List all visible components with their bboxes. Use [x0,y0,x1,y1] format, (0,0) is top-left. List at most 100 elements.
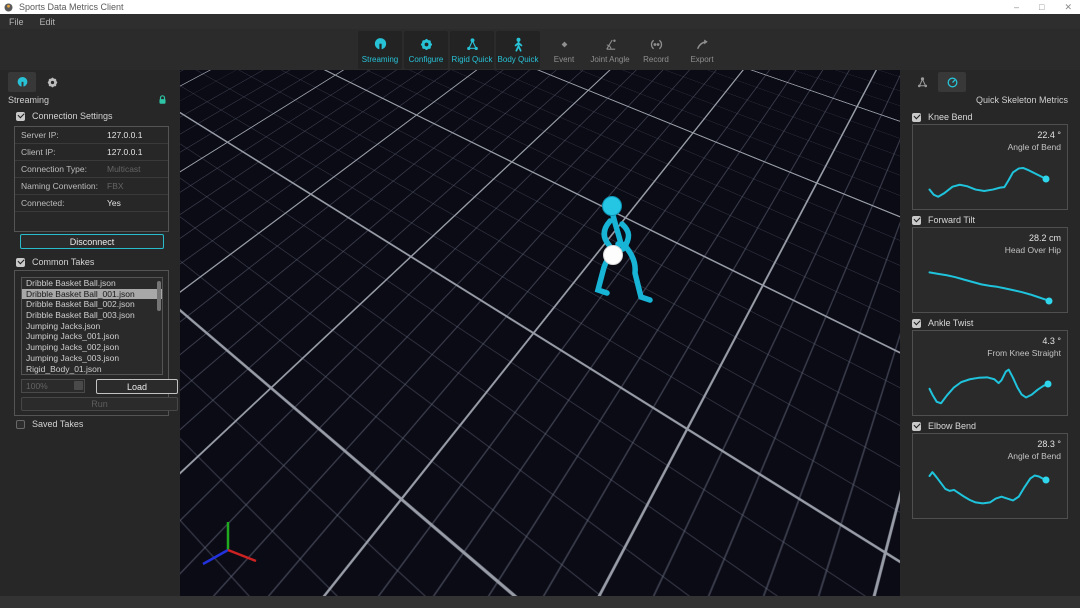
metric-label: Elbow Bend [928,421,976,431]
axis-gizmo [198,518,268,578]
metric-chart: 28.3 ° Angle of Bend [912,433,1068,519]
list-item[interactable]: Rigid_Body_01.json [22,364,162,375]
menu-item-file[interactable]: File [9,17,24,27]
streaming-tab-icon [16,76,29,89]
chart-endpoint-dot [1046,297,1053,304]
x-axis [228,550,256,561]
toolbar-button-rigid-quick[interactable]: Rigid Quick [450,31,494,69]
minimize-button[interactable]: – [1014,2,1019,12]
scrollbar-thumb[interactable] [157,281,161,311]
saved-takes-label: Saved Takes [32,419,83,429]
diamond-icon [557,37,572,52]
window-title: Sports Data Metrics Client [19,2,124,12]
streaming-panel: Streaming Connection Settings Server IP:… [0,70,180,596]
metric-sublabel: Angle of Bend [1008,451,1061,461]
load-button[interactable]: Load [96,379,178,394]
metric-chart: 22.4 ° Angle of Bend [912,124,1068,210]
toolbar-button-configure[interactable]: Configure [404,31,448,69]
menu-item-edit[interactable]: Edit [40,17,56,27]
toolbar-button-body-quick[interactable]: Body Quick [496,31,540,69]
main-toolbar: Streaming Configure Rigid Quick Body Qui… [358,31,724,69]
node-network-tab-icon [916,76,929,89]
skeleton-character [582,192,674,310]
export-arrow-icon [695,37,710,52]
tab-quick-metrics[interactable] [938,72,966,92]
metric-sparkline [918,258,1062,306]
table-row: Connection Type: Multicast [15,161,168,178]
metric-sublabel: Angle of Bend [1008,142,1061,152]
gear-tab-icon [46,76,59,89]
title-bar: Sports Data Metrics Client – □ ✕ [0,0,1080,14]
metric-sublabel: From Knee Straight [987,348,1061,358]
toolbar-label: Export [690,55,713,64]
spine [613,215,621,244]
metric-checkbox[interactable] [912,113,921,122]
metric-checkbox[interactable] [912,319,921,328]
saved-takes-row: Saved Takes [16,419,83,429]
angle-icon [603,37,618,52]
status-bar [0,596,1080,608]
basketball [604,246,623,265]
table-row: Server IP: 127.0.0.1 [15,127,168,144]
toolbar-label: Record [643,55,669,64]
metrics-panel-title: Quick Skeleton Metrics [976,95,1068,105]
toolbar-button-export[interactable]: Export [680,31,724,69]
list-item[interactable]: Dribble Basket Ball_001.json [22,289,162,300]
list-item[interactable]: Jumping Jacks_001.json [22,331,162,342]
tab-skeleton-nodes[interactable] [908,72,936,92]
chart-endpoint-dot [1043,176,1050,183]
metric-label: Ankle Twist [928,318,973,328]
metric-value: 28.3 ° [1037,439,1061,449]
toolbar-label: Streaming [362,55,398,64]
toolbar-label: Joint Angle [590,55,629,64]
metric-checkbox[interactable] [912,422,921,431]
toolbar-button-event[interactable]: Event [542,31,586,69]
toolbar-label: Event [554,55,574,64]
left-panel-tabs [8,72,66,92]
menu-bar: File Edit [0,14,1080,29]
list-item[interactable]: Dribble Basket Ball_003.json [22,310,162,321]
metric-chart: 28.2 cm Head Over Hip [912,227,1068,313]
common-takes-checkbox[interactable] [16,258,25,267]
list-item[interactable]: Jumping Jacks.json [22,321,162,332]
takes-groupbox: Dribble Basket Ball.jsonDribble Basket B… [14,270,169,416]
lock-icon [157,94,168,105]
toolbar-button-joint-angle[interactable]: Joint Angle [588,31,632,69]
person-icon [511,37,526,52]
list-item[interactable]: Jumping Jacks_003.json [22,353,162,364]
metric-checkbox[interactable] [912,216,921,225]
disconnect-button[interactable]: Disconnect [20,234,164,249]
saved-takes-checkbox[interactable] [16,420,25,429]
metrics-panel: Quick Skeleton Metrics Knee Bend 22.4 ° … [900,70,1080,596]
right-panel-tabs [908,72,966,92]
connection-groupbox: Server IP: 127.0.0.1 Client IP: 127.0.0.… [14,126,169,232]
tab-streaming[interactable] [8,72,36,92]
metric-sparkline [918,464,1062,512]
metric-block: Forward Tilt 28.2 cm Head Over Hip [912,213,1068,313]
table-row: Client IP: 127.0.0.1 [15,144,168,161]
maximize-button[interactable]: □ [1039,2,1044,12]
metric-label: Knee Bend [928,112,973,122]
toolbar-button-streaming[interactable]: Streaming [358,31,402,69]
close-button[interactable]: ✕ [1064,2,1072,13]
list-item[interactable]: Dribble Basket Ball.json [22,278,162,289]
record-waves-icon [649,37,664,52]
toolbar-label: Configure [409,55,444,64]
run-button[interactable]: Run [21,397,178,411]
metric-sparkline [918,155,1062,203]
tab-settings[interactable] [38,72,66,92]
chart-endpoint-dot [1044,381,1051,388]
metric-sparkline [918,361,1062,409]
connection-settings-checkbox[interactable] [16,112,25,121]
app-icon [4,3,13,12]
metric-label: Forward Tilt [928,215,975,225]
ground-grid [180,70,900,596]
metric-sublabel: Head Over Hip [1005,245,1061,255]
viewport-3d[interactable] [180,70,900,596]
metric-block: Ankle Twist 4.3 ° From Knee Straight [912,316,1068,416]
node-network-icon [465,37,480,52]
toolbar-button-record[interactable]: Record [634,31,678,69]
speed-spinner[interactable] [74,381,83,390]
list-item[interactable]: Dribble Basket Ball_002.json [22,299,162,310]
list-item[interactable]: Jumping Jacks_002.json [22,342,162,353]
